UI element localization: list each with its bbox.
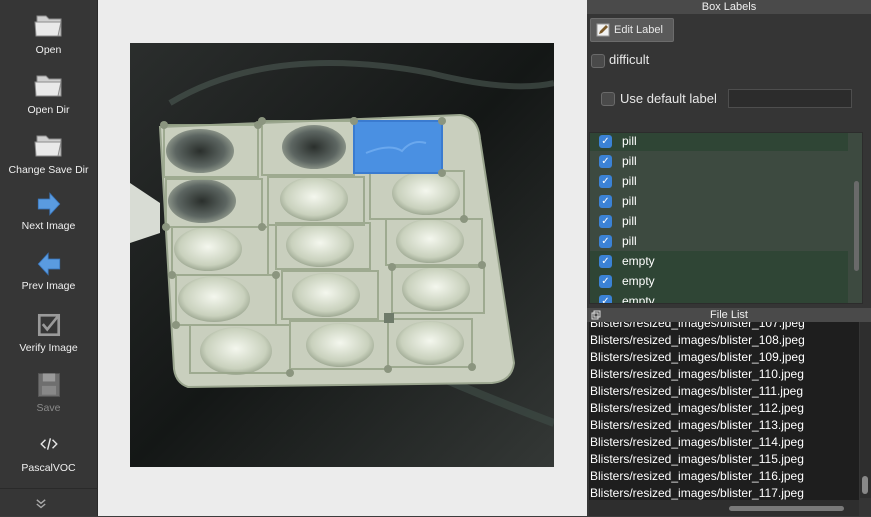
open-label: Open: [35, 44, 62, 56]
folder-icon: [33, 75, 62, 97]
change-save-dir-button[interactable]: Change Save Dir: [0, 128, 97, 176]
file-list-item[interactable]: Blisters/resized_images/blister_109.jpeg: [590, 350, 805, 364]
label-list-item[interactable]: ✓ pill: [590, 211, 848, 231]
file-list[interactable]: Blisters/resized_images/blister_107.jpeg…: [589, 322, 859, 500]
difficult-label: difficult: [609, 52, 650, 67]
arrow-left-icon: [37, 252, 60, 276]
floppy-disk-icon: [37, 373, 60, 397]
next-image-button[interactable]: Next Image: [0, 190, 97, 232]
check-icon[interactable]: ✓: [599, 174, 612, 188]
file-list-title: File List: [710, 309, 748, 321]
change-save-dir-label: Change Save Dir: [8, 164, 89, 176]
folder-icon: [33, 15, 62, 37]
label-text: pill: [622, 194, 637, 208]
check-icon[interactable]: ✓: [599, 234, 612, 248]
folder-icon: [33, 135, 62, 157]
file-list-item[interactable]: Blisters/resized_images/blister_108.jpeg: [590, 333, 805, 347]
format-label: PascalVOC: [21, 462, 76, 474]
label-list-item[interactable]: ✓ pill: [590, 151, 848, 171]
label-text: empty: [622, 254, 655, 268]
edit-label-button[interactable]: Edit Label: [590, 18, 674, 42]
open-button[interactable]: Open: [0, 8, 97, 56]
verify-image-button[interactable]: Verify Image: [0, 310, 97, 354]
format-toggle-button[interactable]: PascalVOC: [0, 432, 97, 474]
file-list-vertical-scrollbar[interactable]: [860, 322, 871, 498]
label-list-item[interactable]: ✓ empty: [590, 291, 848, 304]
label-list[interactable]: ✓ pill ✓ pill ✓ pill ✓ pill ✓ pill ✓ pil…: [589, 132, 863, 304]
save-button[interactable]: Save: [0, 370, 97, 414]
verify-image-label: Verify Image: [19, 342, 78, 354]
file-list-horizontal-scroll-thumb[interactable]: [729, 506, 844, 511]
image-canvas[interactable]: [130, 43, 554, 467]
file-list-item[interactable]: Blisters/resized_images/blister_112.jpeg: [590, 401, 804, 415]
arrow-right-icon: [37, 192, 60, 216]
chevron-double-down-icon: [36, 499, 46, 509]
toolbar: Open Open Dir Change Save Dir Next Image…: [0, 0, 98, 516]
more-tools-button[interactable]: [0, 488, 97, 517]
label-text: pill: [622, 214, 637, 228]
label-list-item[interactable]: ✓ pill: [590, 231, 848, 251]
file-list-item[interactable]: Blisters/resized_images/blister_107.jpeg: [590, 322, 805, 330]
label-text: pill: [622, 174, 637, 188]
label-text: pill: [622, 234, 637, 248]
difficult-checkbox-box[interactable]: [591, 54, 605, 68]
label-list-item[interactable]: ✓ pill: [590, 133, 848, 151]
label-text: empty: [622, 274, 655, 288]
file-list-item[interactable]: Blisters/resized_images/blister_113.jpeg: [590, 418, 804, 432]
file-list-item[interactable]: Blisters/resized_images/blister_111.jpeg: [590, 384, 803, 398]
check-icon[interactable]: ✓: [599, 274, 612, 288]
prev-image-button[interactable]: Prev Image: [0, 250, 97, 292]
label-text: empty: [622, 294, 655, 304]
check-icon[interactable]: ✓: [599, 154, 612, 168]
check-icon[interactable]: ✓: [599, 294, 612, 303]
check-icon[interactable]: ✓: [599, 134, 612, 148]
box-labels-title: Box Labels: [587, 0, 871, 14]
label-list-scrollbar[interactable]: [854, 181, 859, 271]
file-list-item[interactable]: Blisters/resized_images/blister_116.jpeg: [590, 469, 804, 483]
file-list-item[interactable]: Blisters/resized_images/blister_117.jpeg: [590, 486, 804, 500]
selected-bounding-box[interactable]: [353, 120, 443, 174]
use-default-label-checkbox-box[interactable]: [601, 92, 615, 106]
bbox-corner-handle[interactable]: [384, 313, 394, 323]
label-text: pill: [622, 154, 637, 168]
label-list-item[interactable]: ✓ empty: [590, 271, 848, 291]
default-label-input[interactable]: [728, 89, 852, 108]
canvas-area[interactable]: [98, 0, 587, 516]
next-image-label: Next Image: [21, 220, 76, 232]
code-icon: [39, 438, 58, 450]
use-default-label-text: Use default label: [620, 91, 717, 106]
blister-pack-image[interactable]: [130, 43, 554, 467]
label-list-item[interactable]: ✓ pill: [590, 191, 848, 211]
file-list-item[interactable]: Blisters/resized_images/blister_115.jpeg: [590, 452, 804, 466]
check-icon[interactable]: ✓: [599, 254, 612, 268]
label-list-item[interactable]: ✓ pill: [590, 171, 848, 191]
edit-label-text: Edit Label: [614, 24, 663, 36]
checkbox-icon: [37, 313, 60, 337]
file-list-vertical-scroll-thumb[interactable]: [862, 476, 868, 494]
right-dock: Box Labels Edit Label difficult Use defa…: [587, 0, 871, 516]
open-dir-button[interactable]: Open Dir: [0, 68, 97, 116]
label-text: pill: [622, 134, 637, 148]
prev-image-label: Prev Image: [21, 280, 76, 292]
save-label: Save: [36, 402, 61, 414]
check-icon[interactable]: ✓: [599, 214, 612, 228]
label-list-item[interactable]: ✓ empty: [590, 251, 848, 271]
edit-icon: [596, 23, 610, 37]
file-list-item[interactable]: Blisters/resized_images/blister_110.jpeg: [590, 367, 804, 381]
check-icon[interactable]: ✓: [599, 194, 612, 208]
open-dir-label: Open Dir: [27, 104, 70, 116]
file-list-titlebar: File List: [587, 308, 871, 322]
file-list-item[interactable]: Blisters/resized_images/blister_114.jpeg: [590, 435, 804, 449]
float-dock-icon[interactable]: [591, 310, 601, 320]
